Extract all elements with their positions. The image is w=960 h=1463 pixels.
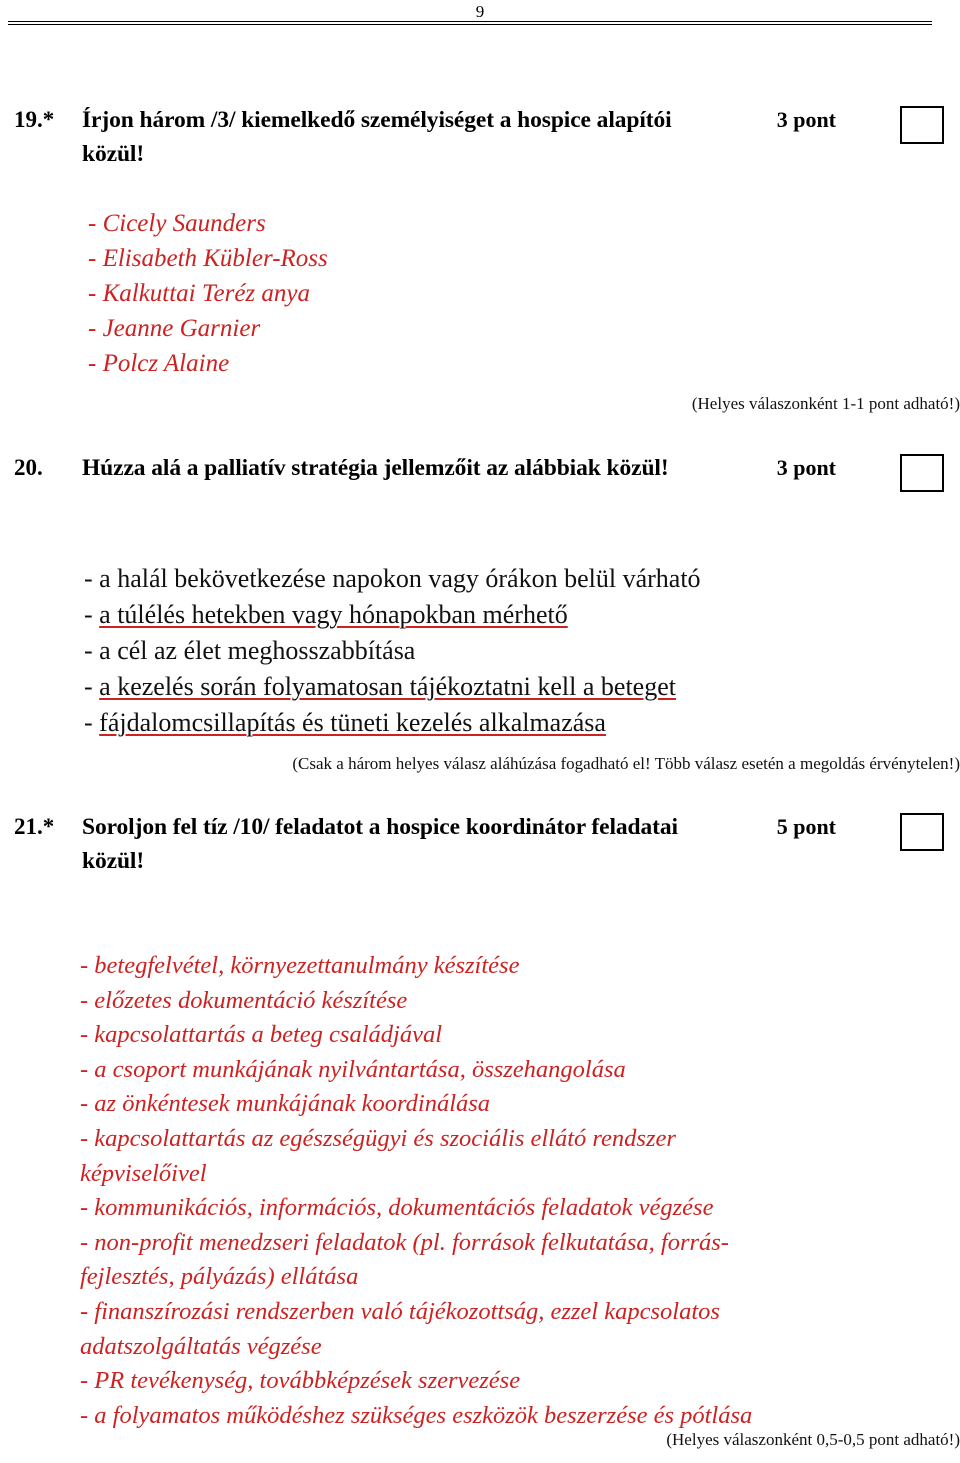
question-21: 21.* Soroljon fel tíz /10/ feladatot a h… xyxy=(0,810,960,878)
list-item: - kommunikációs, információs, dokumentác… xyxy=(80,1194,714,1222)
question-20-title: Húzza alá a palliatív stratégia jellemző… xyxy=(82,455,669,481)
list-item: - Jeanne Garnier xyxy=(88,315,261,342)
option-text-underlined: a túlélés hetekben vagy hónapokban mérhe… xyxy=(99,600,568,629)
list-item: - finanszírozási rendszerben való tájéko… xyxy=(80,1297,720,1325)
list-item-continuation: képviselőivel xyxy=(80,1159,207,1187)
option-text: a halál bekövetkezése napokon vagy óráko… xyxy=(99,564,701,593)
list-item: - Cicely Saunders xyxy=(88,210,266,237)
bullet-dash: - xyxy=(84,564,100,593)
list-item: - PR tevékenység, továbbképzések szervez… xyxy=(80,1367,521,1395)
question-19-heading-row: 19.* Írjon három /3/ kiemelkedő személyi… xyxy=(0,103,960,171)
question-20-number: 20. xyxy=(14,455,43,480)
question-20-scoring-note: (Csak a három helyes válasz aláhúzása fo… xyxy=(292,754,960,773)
question-19-number: 19.* xyxy=(14,107,55,132)
bullet-dash: - xyxy=(84,636,100,665)
question-20-points: 3 pont xyxy=(776,455,836,480)
bullet-dash: - xyxy=(84,600,100,629)
question-19-score-box[interactable] xyxy=(900,106,944,144)
list-item: - kapcsolattartás az egészségügyi és szo… xyxy=(80,1124,676,1152)
question-21-score-box[interactable] xyxy=(900,813,944,851)
list-item[interactable]: - a kezelés során folyamatosan tájékozta… xyxy=(84,669,960,705)
question-21-heading-row: 21.* Soroljon fel tíz /10/ feladatot a h… xyxy=(0,810,960,878)
option-text: a cél az élet meghosszabbítása xyxy=(99,636,416,665)
question-20-score-box[interactable] xyxy=(900,454,944,492)
bullet-dash: - xyxy=(84,708,100,737)
question-21-scoring-note: (Helyes válaszonként 0,5-0,5 pont adható… xyxy=(666,1430,960,1449)
list-item: - a csoport munkájának nyilvántartása, ö… xyxy=(80,1055,626,1083)
question-21-points: 5 pont xyxy=(776,814,836,839)
list-item[interactable]: - a cél az élet meghosszabbítása xyxy=(84,633,960,669)
question-19: 19.* Írjon három /3/ kiemelkedő személyi… xyxy=(0,103,960,171)
list-item: - előzetes dokumentáció készítése xyxy=(80,986,408,1014)
list-item[interactable]: - a túlélés hetekben vagy hónapokban mér… xyxy=(84,597,960,633)
option-text-underlined: fájdalomcsillapítás és tüneti kezelés al… xyxy=(99,708,606,737)
page-header: 9 xyxy=(0,0,960,40)
question-21-title: Soroljon fel tíz /10/ feladatot a hospic… xyxy=(82,814,678,874)
question-20: 20. Húzza alá a palliatív stratégia jell… xyxy=(0,451,960,492)
header-divider-rule xyxy=(8,21,932,25)
question-19-scoring-note: (Helyes válaszonként 1-1 pont adható!) xyxy=(691,394,960,413)
question-20-option-list: - a halál bekövetkezése napokon vagy órá… xyxy=(0,553,960,741)
question-21-answer-list: - betegfelvétel, környezettanulmány kész… xyxy=(0,945,960,1433)
question-19-answer-list: - Cicely Saunders - Elisabeth Kübler-Ros… xyxy=(0,200,960,381)
list-item: - betegfelvétel, környezettanulmány kész… xyxy=(80,952,520,979)
question-20-heading-row: 20. Húzza alá a palliatív stratégia jell… xyxy=(0,451,960,492)
list-item[interactable]: - fájdalomcsillapítás és tüneti kezelés … xyxy=(84,705,960,741)
list-item: - non-profit menedzseri feladatok (pl. f… xyxy=(80,1228,729,1256)
list-item: - az önkéntesek munkájának koordinálása xyxy=(80,1090,491,1118)
list-item-continuation: fejlesztés, pályázás) ellátása xyxy=(80,1263,359,1291)
bullet-dash: - xyxy=(84,672,100,701)
question-19-points: 3 pont xyxy=(776,107,836,132)
list-item: - kapcsolattartás a beteg családjával xyxy=(80,1021,442,1049)
list-item: - Kalkuttai Teréz anya xyxy=(88,280,310,307)
option-text-underlined: a kezelés során folyamatosan tájékoztatn… xyxy=(99,672,676,701)
list-item: - Polcz Alaine xyxy=(88,350,230,377)
page-number: 9 xyxy=(475,2,485,21)
list-item[interactable]: - a halál bekövetkezése napokon vagy órá… xyxy=(84,561,960,597)
list-item: - Elisabeth Kübler-Ross xyxy=(88,245,328,272)
question-21-number: 21.* xyxy=(14,814,55,839)
question-19-title: Írjon három /3/ kiemelkedő személyiséget… xyxy=(82,107,672,167)
list-item-continuation: adatszolgáltatás végzése xyxy=(80,1332,322,1360)
